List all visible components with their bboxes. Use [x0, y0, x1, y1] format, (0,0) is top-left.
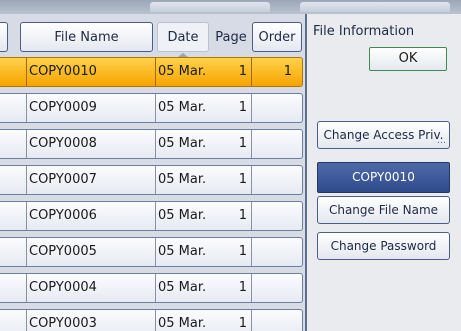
change-password-button[interactable]: Change Password — [317, 232, 450, 260]
file-name-cell: COPY0007 — [26, 166, 153, 194]
order-cell — [254, 130, 292, 158]
change-file-name-button[interactable]: Change File Name — [317, 196, 450, 224]
page-cell: 1 — [218, 202, 252, 230]
column-header-date-label: Date — [167, 29, 199, 45]
file-list-row[interactable]: COPY0009 05 Mar. 1 — [0, 93, 303, 123]
file-list-row[interactable]: COPY0006 05 Mar. 1 — [0, 201, 303, 231]
date-cell: 05 Mar. — [155, 310, 220, 331]
change-access-privileges-label: Change Access Priv. — [323, 128, 444, 142]
column-header-order[interactable]: Order — [252, 22, 302, 52]
tab-fragment — [300, 2, 450, 12]
column-header-date[interactable]: Date — [157, 22, 209, 57]
date-cell: 05 Mar. — [155, 166, 220, 194]
order-cell — [254, 202, 292, 230]
file-name-cell: COPY0004 — [26, 274, 153, 302]
page-cell: 1 — [218, 238, 252, 266]
order-cell — [254, 238, 292, 266]
date-cell: 05 Mar. — [155, 130, 220, 158]
page-cell: 1 — [218, 130, 252, 158]
date-cell: 05 Mar. — [155, 58, 220, 86]
tab-fragment — [150, 2, 270, 12]
ok-button[interactable]: OK — [369, 47, 447, 71]
file-list-row[interactable]: COPY0010 05 Mar. 1 1 — [0, 57, 303, 87]
selected-file-name-display: COPY0010 — [317, 162, 450, 193]
file-name-cell: COPY0003 — [26, 310, 153, 331]
file-list-row[interactable]: COPY0008 05 Mar. 1 — [0, 129, 303, 159]
page-cell: 1 — [218, 274, 252, 302]
file-list-row[interactable]: COPY0007 05 Mar. 1 — [0, 165, 303, 195]
date-cell: 05 Mar. — [155, 202, 220, 230]
file-name-cell: COPY0008 — [26, 130, 153, 158]
file-name-cell: COPY0006 — [26, 202, 153, 230]
more-icon: … — [437, 136, 446, 146]
column-header-page[interactable]: Page — [213, 22, 249, 52]
order-cell — [254, 166, 292, 194]
order-cell — [254, 94, 292, 122]
file-information-label: File Information — [313, 24, 415, 39]
page-cell: 1 — [218, 166, 252, 194]
file-name-cell: COPY0009 — [26, 94, 153, 122]
column-header-order-label: Order — [258, 29, 296, 45]
column-header-file-name-label: File Name — [54, 29, 119, 45]
change-access-privileges-button[interactable]: Change Access Priv. … — [317, 121, 450, 149]
file-information-panel: File Information OK Change Access Priv. … — [307, 14, 461, 331]
file-list-row[interactable]: COPY0003 05 Mar. 1 — [0, 309, 303, 331]
page-cell: 1 — [218, 310, 252, 331]
order-cell — [254, 274, 292, 302]
file-list-panel: File Name Date Page Order COPY0010 05 Mar… — [0, 14, 307, 331]
column-header-stub — [0, 22, 8, 52]
column-header-page-label: Page — [215, 29, 247, 45]
top-tab-strip — [0, 0, 461, 14]
order-cell — [254, 310, 292, 331]
date-cell: 05 Mar. — [155, 274, 220, 302]
file-list-row[interactable]: COPY0005 05 Mar. 1 — [0, 237, 303, 267]
file-name-cell: COPY0005 — [26, 238, 153, 266]
date-cell: 05 Mar. — [155, 238, 220, 266]
column-header-file-name[interactable]: File Name — [20, 22, 153, 52]
order-cell: 1 — [283, 64, 292, 79]
file-list-row[interactable]: COPY0004 05 Mar. 1 — [0, 273, 303, 303]
page-cell: 1 — [218, 58, 252, 86]
file-name-cell: COPY0010 — [26, 58, 153, 86]
date-cell: 05 Mar. — [155, 94, 220, 122]
page-cell: 1 — [218, 94, 252, 122]
